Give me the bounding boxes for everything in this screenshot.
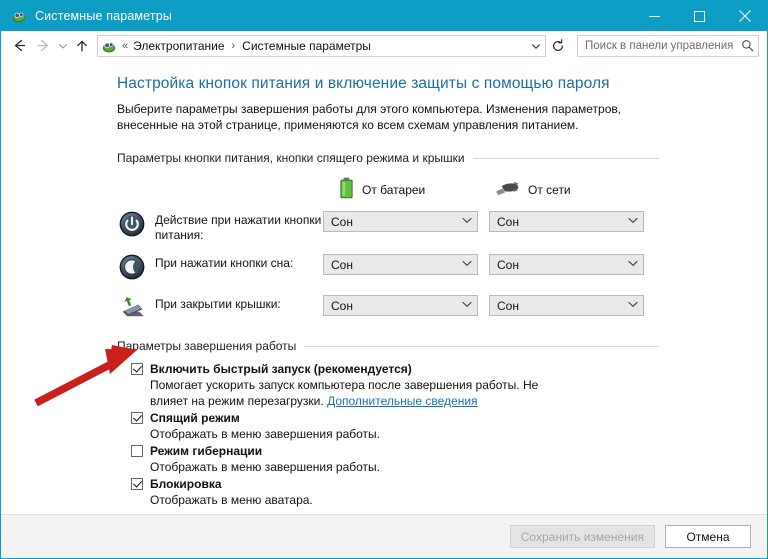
chevron-down-icon [628, 260, 638, 269]
power-setting-rows: Действие при нажатии кнопки питания: Сон… [117, 211, 659, 325]
breadcrumb-lead: « [122, 39, 129, 52]
sleep-mode-checkbox[interactable] [131, 412, 143, 424]
setting-label-lid-close: При закрытии крышки: [155, 297, 281, 311]
shutdown-settings-heading: Параметры завершения работы [117, 339, 659, 353]
page-title: Настройка кнопок питания и включение защ… [117, 75, 610, 92]
breadcrumb-separator: › [231, 39, 236, 52]
recent-locations-chevron-down-icon[interactable] [55, 34, 71, 58]
hibernate-label: Режим гибернации [150, 444, 263, 458]
combo-value: Сон [331, 257, 353, 272]
combo-value: Сон [331, 214, 353, 229]
back-arrow-icon[interactable] [7, 34, 31, 58]
divider [472, 157, 659, 159]
hibernate-checkbox-row[interactable]: Режим гибернации [131, 444, 659, 458]
lock-checkbox-row[interactable]: Блокировка [131, 477, 659, 491]
setting-row-sleep-button: При нажатии кнопки сна: Сон Сон [117, 254, 659, 284]
combo-value: Сон [497, 214, 519, 229]
setting-row-lid-close: При закрытии крышки: Сон Сон [117, 295, 659, 325]
more-info-link[interactable]: Дополнительные сведения [327, 394, 477, 408]
forward-arrow-icon[interactable] [31, 34, 55, 58]
settings-page: Настройка кнопок питания и включение защ… [1, 61, 767, 508]
power-options-icon [11, 8, 27, 24]
window-title: Системные параметры [35, 9, 172, 23]
lock-checkbox[interactable] [131, 478, 143, 490]
minimize-button[interactable] [632, 1, 677, 31]
navigation-bar: « Электропитание › Системные параметры [1, 31, 767, 61]
maximize-button[interactable] [677, 1, 722, 31]
address-power-options-icon [101, 38, 117, 54]
chevron-down-icon [628, 217, 638, 226]
sleep-mode-label: Спящий режим [150, 411, 240, 425]
search-icon[interactable] [736, 36, 758, 56]
save-changes-button[interactable]: Сохранить изменения [509, 525, 655, 548]
chevron-down-icon [462, 217, 472, 226]
combo-value: Сон [497, 257, 519, 272]
column-headers: От батареи От сети [117, 177, 659, 202]
fast-startup-checkbox[interactable] [131, 363, 143, 375]
footer-bar: Сохранить изменения Отмена [1, 514, 767, 558]
breadcrumb-item-system-settings[interactable]: Системные параметры [240, 39, 373, 53]
refresh-icon[interactable] [547, 35, 569, 57]
power-buttons-group-heading: Параметры кнопки питания, кнопки спящего… [117, 151, 659, 165]
combo-value: Сон [331, 298, 353, 313]
cancel-button[interactable]: Отмена [665, 525, 751, 548]
column-header-ac-label: От сети [528, 182, 571, 197]
address-chevron-down-icon[interactable] [527, 36, 545, 56]
address-bar[interactable]: « Электропитание › Системные параметры [97, 34, 546, 57]
hibernate-description: Отображать в меню завершения работы. [150, 460, 381, 474]
combo-lid-close-ac[interactable]: Сон [489, 295, 644, 316]
title-bar: Системные параметры [1, 1, 767, 31]
list-item: Блокировка Отображать в меню аватара. [131, 477, 659, 508]
setting-label-sleep-button: При нажатии кнопки сна: [155, 256, 294, 270]
combo-value: Сон [497, 298, 519, 313]
hibernate-checkbox[interactable] [131, 445, 143, 457]
up-arrow-icon[interactable] [71, 34, 93, 58]
power-buttons-group-label: Параметры кнопки питания, кнопки спящего… [117, 151, 465, 165]
laptop-lid-icon [117, 293, 147, 323]
list-item: Режим гибернации Отображать в меню завер… [131, 444, 659, 475]
power-button-icon [117, 209, 147, 239]
power-plug-icon [494, 178, 520, 201]
breadcrumb-item-power-options[interactable]: Электропитание [131, 39, 226, 53]
control-panel-window: Системные параметры « Электропитание › С… [0, 0, 768, 559]
setting-row-power-button: Действие при нажатии кнопки питания: Сон… [117, 211, 659, 243]
list-item: Включить быстрый запуск (рекомендуется) … [131, 362, 659, 409]
search-box[interactable] [577, 34, 759, 57]
divider [304, 345, 659, 347]
combo-power-button-battery[interactable]: Сон [323, 211, 478, 232]
window-controls [632, 1, 767, 31]
setting-label-power-button: Действие при нажатии кнопки питания: [155, 213, 322, 242]
sleep-moon-icon [117, 252, 147, 282]
list-item: Спящий режим Отображать в меню завершени… [131, 411, 659, 442]
shutdown-settings-group: Параметры завершения работы Включить быс… [1, 339, 767, 508]
shutdown-options-list: Включить быстрый запуск (рекомендуется) … [117, 362, 659, 508]
power-buttons-group: Параметры кнопки питания, кнопки спящего… [1, 151, 767, 325]
search-input[interactable] [578, 38, 736, 53]
sleep-mode-description: Отображать в меню завершения работы. [150, 427, 381, 441]
fast-startup-label: Включить быстрый запуск (рекомендуется) [150, 362, 412, 376]
combo-power-button-ac[interactable]: Сон [489, 211, 644, 232]
page-description: Выберите параметры завершения работы для… [117, 102, 622, 132]
column-header-battery-label: От батареи [362, 182, 426, 197]
column-header-ac: От сети [494, 177, 649, 202]
chevron-down-icon [462, 301, 472, 310]
shutdown-settings-label: Параметры завершения работы [117, 339, 297, 353]
lock-description: Отображать в меню аватара. [150, 493, 313, 507]
chevron-down-icon [628, 301, 638, 310]
chevron-down-icon [462, 260, 472, 269]
column-header-battery: От батареи [339, 177, 494, 202]
breadcrumb: « Электропитание › Системные параметры [121, 39, 527, 53]
fast-startup-checkbox-row[interactable]: Включить быстрый запуск (рекомендуется) [131, 362, 659, 376]
combo-sleep-button-battery[interactable]: Сон [323, 254, 478, 275]
lock-label: Блокировка [150, 477, 222, 491]
combo-lid-close-battery[interactable]: Сон [323, 295, 478, 316]
fast-startup-description: Помогает ускорить запуск компьютера посл… [150, 377, 659, 409]
combo-sleep-button-ac[interactable]: Сон [489, 254, 644, 275]
battery-icon [339, 177, 354, 202]
sleep-mode-checkbox-row[interactable]: Спящий режим [131, 411, 659, 425]
content-area: Настройка кнопок питания и включение защ… [1, 61, 767, 514]
close-button[interactable] [722, 1, 767, 31]
